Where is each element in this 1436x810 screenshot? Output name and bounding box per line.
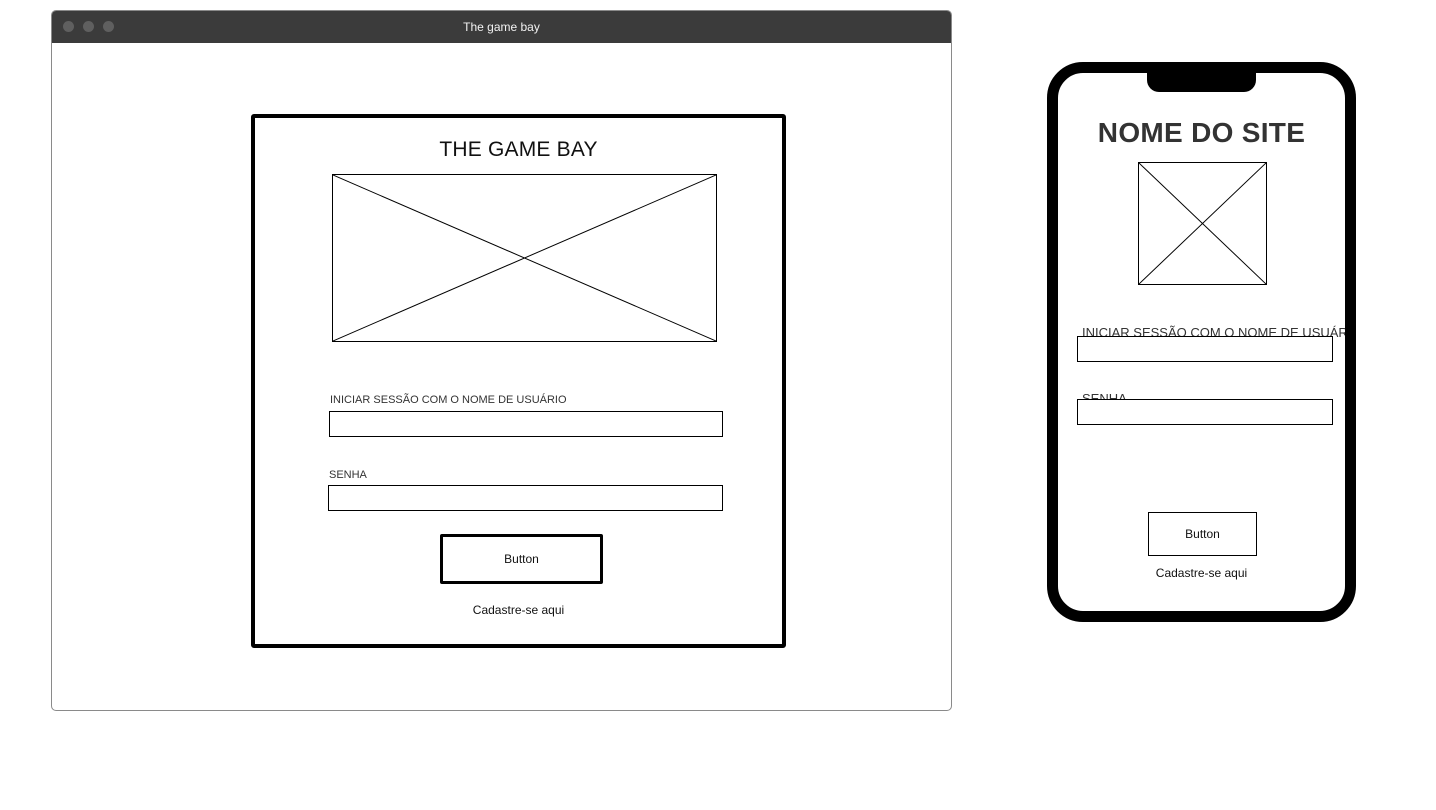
close-window-dot[interactable]: [63, 21, 74, 32]
username-input[interactable]: [329, 411, 723, 437]
username-label: INICIAR SESSÃO COM O NOME DE USUÁRIO: [330, 394, 567, 406]
signup-link[interactable]: Cadastre-se aqui: [255, 603, 782, 617]
phone-notch: [1147, 73, 1256, 92]
image-placeholder-icon: [332, 174, 717, 342]
mobile-site-title: NOME DO SITE: [1097, 117, 1306, 148]
mobile-password-input[interactable]: [1077, 399, 1333, 425]
window-title: The game bay: [463, 20, 540, 34]
maximize-window-dot[interactable]: [103, 21, 114, 32]
mobile-login-button[interactable]: Button: [1148, 512, 1257, 556]
card-title: THE GAME BAY: [439, 138, 598, 161]
mobile-username-input[interactable]: [1077, 336, 1333, 362]
mobile-login-button-label: Button: [1185, 527, 1220, 541]
login-card: THE GAME BAY INICIAR SESSÃO COM O NOME D…: [251, 114, 786, 648]
minimize-window-dot[interactable]: [83, 21, 94, 32]
mobile-phone-frame: NOME DO SITE INICIAR SESSÃO COM O NOME D…: [1047, 62, 1356, 622]
login-button[interactable]: Button: [440, 534, 603, 584]
password-label: SENHA: [329, 469, 367, 481]
wireframe-canvas: The game bay THE GAME BAY INICIAR SESSÃO…: [0, 0, 1436, 810]
mobile-image-placeholder-icon: [1138, 162, 1267, 285]
desktop-browser-window: The game bay THE GAME BAY INICIAR SESSÃO…: [51, 10, 952, 711]
login-button-label: Button: [504, 552, 539, 566]
password-input[interactable]: [328, 485, 723, 511]
window-titlebar: The game bay: [52, 11, 951, 43]
mobile-signup-link[interactable]: Cadastre-se aqui: [1058, 566, 1345, 580]
